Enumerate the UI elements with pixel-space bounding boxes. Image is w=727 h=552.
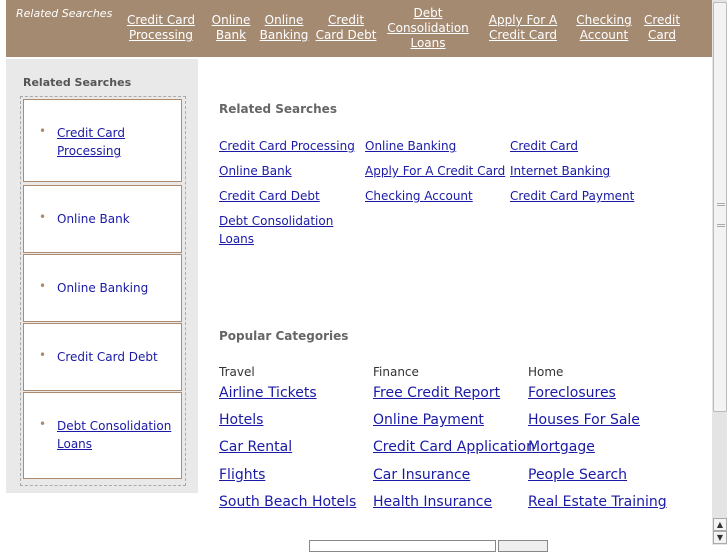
top-link-online-bank[interactable]: Online Bank <box>210 13 252 43</box>
popular-link[interactable]: Health Insurance <box>373 494 492 510</box>
sidebar-item[interactable]: • Online Banking <box>23 254 182 322</box>
related-searches-heading: Related Searches <box>219 102 337 116</box>
sidebar-item[interactable]: • Online Bank <box>23 185 182 253</box>
top-link-credit-card-debt[interactable]: Credit Card Debt <box>314 13 378 43</box>
sidebar-header: Related Searches <box>23 76 132 89</box>
related-link[interactable]: Online Banking <box>365 137 456 155</box>
arrow-down-icon[interactable]: ▼ <box>713 531 727 544</box>
left-sidebar: Related Searches • Credit Card Processin… <box>6 59 198 493</box>
popular-link[interactable]: Free Credit Report <box>373 385 500 401</box>
sidebar-link[interactable]: Online Bank <box>57 210 130 228</box>
related-link[interactable]: Credit Card Debt <box>219 187 320 205</box>
popular-link[interactable]: People Search <box>528 467 627 483</box>
popular-link[interactable]: Real Estate Training <box>528 494 667 510</box>
related-link[interactable]: Online Bank <box>219 162 292 180</box>
bullet-icon: • <box>39 124 47 138</box>
search-input[interactable] <box>309 540 496 552</box>
related-link[interactable]: Debt Consolidation Loans <box>219 212 339 248</box>
top-link-online-banking[interactable]: Online Banking <box>259 13 309 43</box>
sidebar-link[interactable]: Credit Card Processing <box>57 124 167 160</box>
sidebar-item[interactable]: • Debt Consolidation Loans <box>23 392 182 479</box>
category-travel: Travel <box>219 365 255 379</box>
popular-link[interactable]: Houses For Sale <box>528 412 640 428</box>
top-link-apply-for-a-credit-card[interactable]: Apply For A Credit Card <box>484 13 562 43</box>
popular-link[interactable]: Online Payment <box>373 412 484 428</box>
sidebar-item[interactable]: • Credit Card Processing <box>23 99 182 182</box>
popular-link[interactable]: Airline Tickets <box>219 385 317 401</box>
scrollbar-grip-icon <box>717 203 725 227</box>
popular-link[interactable]: Mortgage <box>528 439 595 455</box>
top-link-credit-card-processing[interactable]: Credit Card Processing <box>126 13 196 43</box>
sidebar-item[interactable]: • Credit Card Debt <box>23 323 182 391</box>
popular-link[interactable]: Foreclosures <box>528 385 616 401</box>
popular-categories-heading: Popular Categories <box>219 329 349 343</box>
popular-link[interactable]: Car Rental <box>219 439 292 455</box>
related-link[interactable]: Apply For A Credit Card <box>365 162 505 180</box>
top-link-credit-card[interactable]: Credit Card <box>642 13 682 43</box>
sidebar-link[interactable]: Online Banking <box>57 279 148 297</box>
bullet-icon: • <box>39 417 47 431</box>
popular-link[interactable]: South Beach Hotels <box>219 494 356 510</box>
top-link-checking-account[interactable]: Checking Account <box>571 13 637 43</box>
related-link[interactable]: Credit Card Processing <box>219 137 355 155</box>
scrollbar-thumb[interactable] <box>713 2 727 412</box>
bullet-icon: • <box>39 348 47 362</box>
sidebar-link[interactable]: Credit Card Debt <box>57 348 158 366</box>
vertical-scrollbar[interactable]: ▲ ▼ <box>712 0 727 545</box>
search-button[interactable] <box>498 540 548 552</box>
category-finance: Finance <box>373 365 419 379</box>
related-link[interactable]: Credit Card Payment <box>510 187 634 205</box>
related-link[interactable]: Internet Banking <box>510 162 610 180</box>
popular-link[interactable]: Hotels <box>219 412 263 428</box>
top-related-label: Related Searches <box>16 7 113 20</box>
category-home: Home <box>528 365 564 379</box>
top-nav-bar: Related Searches Credit Card Processing … <box>6 0 712 57</box>
popular-link[interactable]: Credit Card Application <box>373 439 535 455</box>
bullet-icon: • <box>39 210 47 224</box>
related-link[interactable]: Checking Account <box>365 187 473 205</box>
arrow-up-icon[interactable]: ▲ <box>713 518 727 531</box>
top-link-debt-consolidation-loans[interactable]: Debt Consolidation Loans <box>386 6 470 51</box>
sidebar-link[interactable]: Debt Consolidation Loans <box>57 417 175 453</box>
related-link[interactable]: Credit Card <box>510 137 578 155</box>
popular-link[interactable]: Car Insurance <box>373 467 470 483</box>
bullet-icon: • <box>39 279 47 293</box>
popular-link[interactable]: Flights <box>219 467 265 483</box>
sidebar-box: • Credit Card Processing • Online Bank •… <box>20 96 186 486</box>
